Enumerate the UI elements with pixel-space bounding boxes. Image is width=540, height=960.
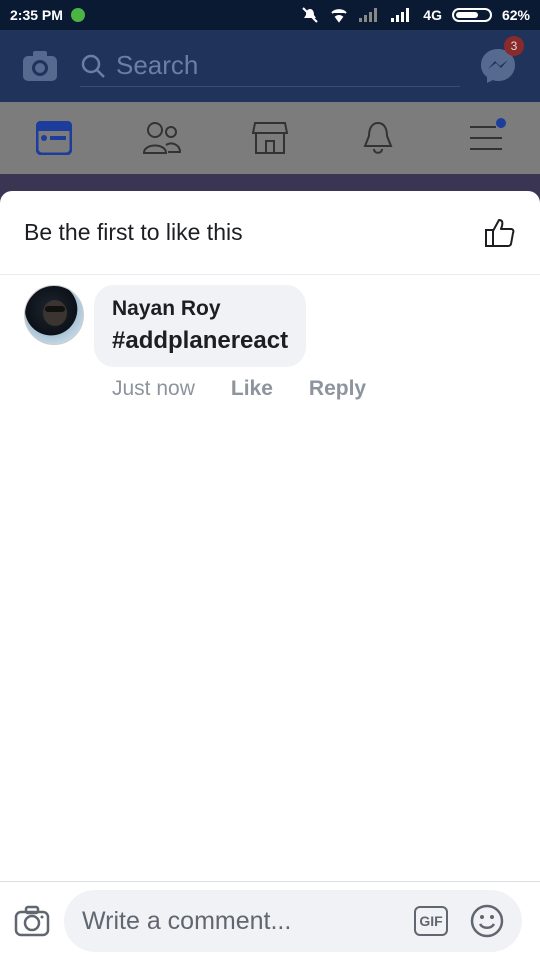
search-bar[interactable]: Search [80,45,460,87]
top-bar: Search 3 [0,30,540,102]
comment-author[interactable]: Nayan Roy [112,297,288,321]
comment-composer: Write a comment... GIF [0,881,540,960]
messenger-badge: 3 [504,36,524,56]
thumbs-up-icon[interactable] [484,217,516,249]
app-notification-icon [70,8,85,22]
gif-button[interactable]: GIF [414,906,448,936]
comment-timestamp: Just now [112,377,195,400]
comment-input[interactable]: Write a comment... GIF [64,890,522,952]
signal-icon [359,8,378,22]
battery-level: 62% [501,7,530,23]
status-bar: 2:35 PM 4G 62% [0,0,540,30]
reply-button[interactable]: Reply [309,377,366,401]
status-time: 2:35 PM [10,7,63,23]
comment-item: Nayan Roy #addplanereact Just now Like R… [24,285,366,401]
tab-news-feed[interactable] [24,108,84,168]
messenger-button[interactable]: 3 [478,36,524,86]
likes-summary: Be the first to like this [24,219,243,245]
mute-icon [302,7,318,23]
comment-bubble[interactable]: Nayan Roy #addplanereact [94,285,307,367]
comment-body: Nayan Roy #addplanereact Just now Like R… [94,285,366,401]
tab-friends[interactable] [132,108,192,168]
news-feed-icon [36,121,72,155]
comment-text[interactable]: #addplanereact [112,327,288,355]
emoji-icon[interactable] [470,904,504,938]
search-icon [81,54,105,78]
comment-actions: Just now Like Reply [94,377,366,401]
menu-notification-dot [496,118,506,128]
search-placeholder: Search [116,50,199,80]
bell-icon [363,121,393,154]
friends-icon [142,122,182,154]
tab-marketplace[interactable] [240,108,300,168]
network-type: 4G [423,7,442,23]
battery-icon [451,8,492,22]
comment-placeholder: Write a comment... [82,906,292,935]
comments-sheet: Be the first to like this Nayan Roy #add… [0,191,540,960]
avatar[interactable] [24,285,84,345]
signal-icon-2 [391,8,410,22]
camera-icon[interactable] [22,50,58,82]
likes-row: Be the first to like this [0,191,540,275]
marketplace-icon [252,122,288,154]
tab-notifications[interactable] [348,108,408,168]
status-icons: 4G 62% [301,7,530,23]
like-button[interactable]: Like [231,377,273,401]
tab-bar [0,102,540,174]
camera-icon[interactable] [14,905,50,937]
tab-menu[interactable] [456,108,516,168]
wifi-icon [331,9,347,23]
